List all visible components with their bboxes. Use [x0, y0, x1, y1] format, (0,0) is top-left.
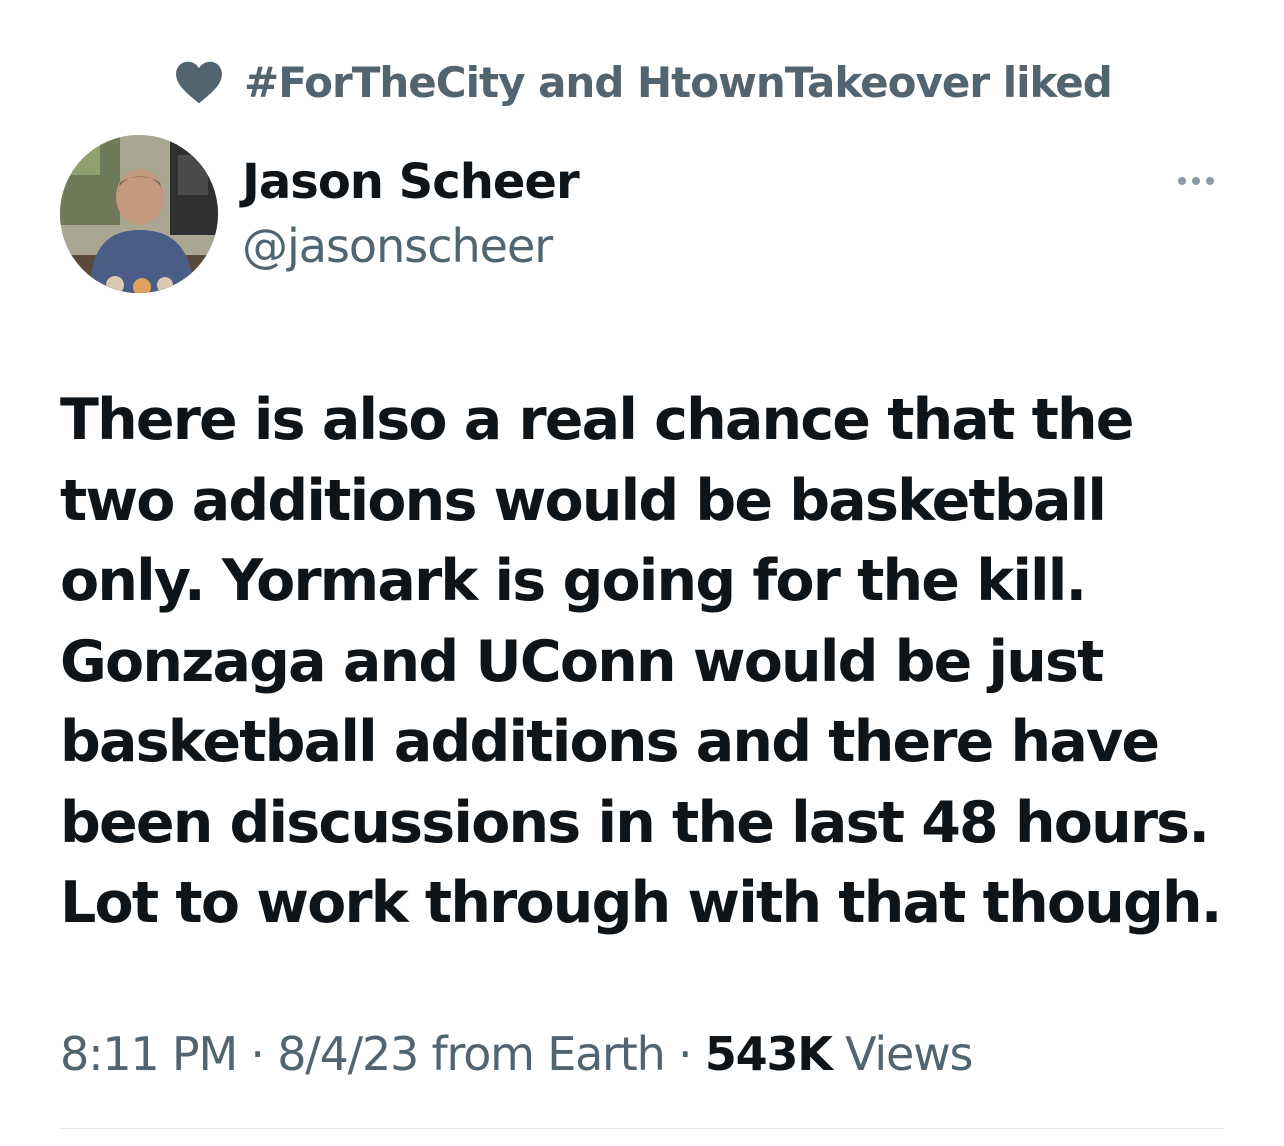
views-label[interactable]: Views	[832, 1027, 973, 1081]
social-context[interactable]: #ForTheCity and HtownTakeover liked	[174, 52, 1113, 112]
more-horizontal-icon	[1178, 177, 1186, 185]
tweet-text: There is also a real chance that the two…	[60, 387, 1222, 936]
tweet-time[interactable]: 8:11 PM	[60, 1027, 238, 1081]
display-name[interactable]: Jason Scheer	[242, 150, 580, 214]
social-context-text: #ForTheCity and HtownTakeover liked	[244, 57, 1113, 107]
views-count[interactable]: 543K	[705, 1027, 833, 1081]
more-options-button[interactable]	[1168, 166, 1224, 196]
more-horizontal-icon	[1192, 177, 1200, 185]
author[interactable]: Jason Scheer @jasonscheer	[242, 150, 580, 278]
user-handle[interactable]: @jasonscheer	[242, 214, 579, 278]
meta-separator: ·	[236, 1027, 278, 1081]
divider	[60, 1128, 1224, 1129]
more-horizontal-icon	[1206, 177, 1214, 185]
tweet-meta: 8:11 PM · 8/4/23 from Earth · 543K Views	[60, 1022, 973, 1086]
profile-photo	[60, 135, 218, 293]
meta-separator: ·	[664, 1027, 705, 1081]
avatar[interactable]	[60, 135, 218, 293]
tweet-source: from Earth	[418, 1027, 666, 1081]
tweet-date[interactable]: 8/4/23	[277, 1027, 419, 1081]
heart-icon	[176, 61, 222, 104]
